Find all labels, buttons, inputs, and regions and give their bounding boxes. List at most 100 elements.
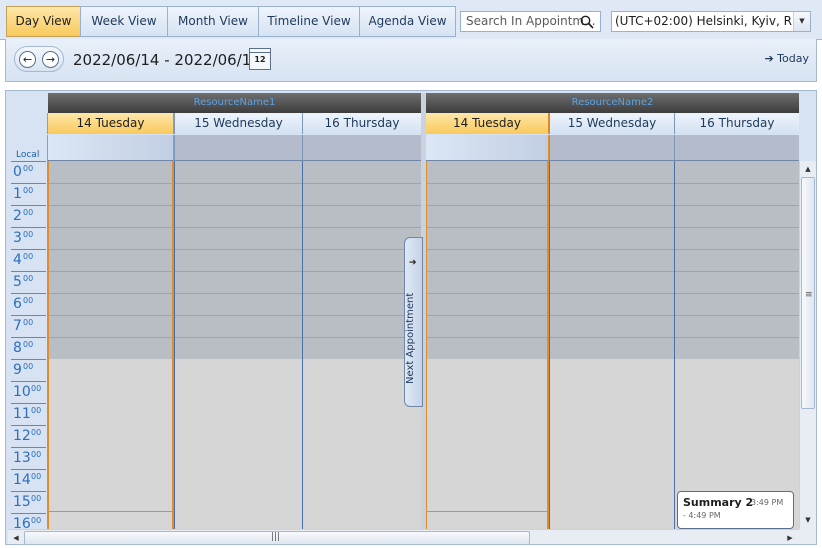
horizontal-scrollbar[interactable]: ◀ ||| ▶: [8, 529, 799, 544]
grip-icon: ≡: [805, 290, 813, 300]
hour-label: 3 00: [11, 227, 46, 249]
minutes-suffix: 00: [23, 362, 34, 371]
minutes-suffix: 00: [31, 406, 42, 415]
hour-number: 3: [13, 230, 22, 246]
hour-gridline: [550, 249, 674, 250]
appointment-subject: Summary 2: [683, 496, 754, 509]
hour-gridline: [427, 271, 547, 272]
hour-gridline: [175, 249, 302, 250]
day-column-r1-tuesday[interactable]: [47, 161, 174, 529]
hour-label: 9 00: [11, 359, 46, 381]
day-header-r1-wednesday[interactable]: 15 Wednesday: [174, 113, 302, 134]
all-day-cell[interactable]: [302, 135, 421, 161]
scroll-down-icon[interactable]: ▼: [800, 512, 816, 528]
hour-number: 7: [13, 318, 22, 334]
next-appointment-button[interactable]: ➔ Next Appointment: [404, 237, 423, 407]
view-tab-bar: Day View Week View Month View Timeline V…: [0, 0, 822, 40]
hour-gridline: [175, 183, 302, 184]
hour-label: 13 00: [11, 447, 46, 469]
hour-gridline: [303, 227, 421, 228]
minutes-suffix: 00: [23, 252, 34, 261]
work-hours-region: [49, 359, 172, 529]
day-column-r2-wednesday[interactable]: [549, 161, 674, 529]
hour-number: 2: [13, 208, 22, 224]
hour-number: 10: [13, 384, 31, 400]
hour-number: 8: [13, 340, 22, 356]
all-day-cell[interactable]: [425, 135, 549, 161]
date-range-label: 2022/06/14 - 2022/06/16: [73, 51, 261, 69]
all-day-cell[interactable]: [47, 135, 174, 161]
vertical-scrollbar[interactable]: ▲ ≡ ▼: [799, 161, 816, 529]
hour-gridline: [303, 183, 421, 184]
day-column-r2-tuesday[interactable]: [425, 161, 549, 529]
scroll-up-icon[interactable]: ▲: [800, 161, 816, 177]
hour-number: 1: [13, 186, 22, 202]
current-time-indicator: [427, 511, 547, 512]
hour-gridline: [675, 249, 799, 250]
search-icon[interactable]: [580, 15, 594, 29]
arrow-left-icon: ←: [22, 53, 33, 66]
hour-gridline: [49, 183, 172, 184]
hour-number: 12: [13, 428, 31, 444]
hour-label: 4 00: [11, 249, 46, 271]
off-hours-region: [427, 161, 547, 359]
minutes-suffix: 00: [23, 164, 34, 173]
timezone-select[interactable]: (UTC+02:00) Helsinki, Kyiv, Riga, ▼: [611, 11, 811, 32]
tab-week-view[interactable]: Week View: [80, 6, 167, 37]
hour-label: 14 00: [11, 469, 46, 491]
tab-timeline-view[interactable]: Timeline View: [258, 6, 359, 37]
work-hours-region: [427, 359, 547, 529]
appointment[interactable]: Summary 2 3:49 PM - 4:49 PM: [677, 491, 794, 529]
minutes-suffix: 00: [31, 516, 42, 525]
scheduler-day-view: ResourceName1 ResourceName2 14 Tuesday 1…: [5, 90, 817, 545]
day-header-r1-tuesday[interactable]: 14 Tuesday: [47, 113, 174, 134]
all-day-cell[interactable]: [674, 135, 799, 161]
day-header-r2-tuesday[interactable]: 14 Tuesday: [425, 113, 549, 134]
hour-gridline: [675, 205, 799, 206]
scroll-right-icon[interactable]: ▶: [782, 530, 798, 544]
hour-gridline: [49, 249, 172, 250]
arrow-right-icon: ➔: [409, 258, 417, 268]
hour-gridline: [550, 183, 674, 184]
chevron-down-icon[interactable]: ▼: [793, 12, 810, 31]
off-hours-region: [49, 161, 172, 359]
hour-label: 7 00: [11, 315, 46, 337]
hour-number: 11: [13, 406, 31, 422]
hour-number: 4: [13, 252, 22, 268]
work-hours-region: [550, 359, 674, 529]
scroll-left-icon[interactable]: ◀: [8, 530, 24, 544]
minutes-suffix: 00: [23, 186, 34, 195]
vertical-scroll-thumb[interactable]: ≡: [801, 177, 815, 409]
hour-gridline: [427, 337, 547, 338]
current-time-indicator: [49, 511, 172, 512]
hour-gridline: [49, 315, 172, 316]
hour-label: 10 00: [11, 381, 46, 403]
hour-number: 6: [13, 296, 22, 312]
search-appointments-input[interactable]: Search In Appointm...: [460, 11, 601, 32]
hour-gridline: [675, 315, 799, 316]
calendar-picker-button[interactable]: 12: [249, 48, 271, 70]
day-header-r2-wednesday[interactable]: 15 Wednesday: [549, 113, 674, 134]
hour-number: 5: [13, 274, 22, 290]
tab-month-view[interactable]: Month View: [167, 6, 258, 37]
calendar-day-number: 12: [254, 55, 266, 64]
tab-agenda-view[interactable]: Agenda View: [359, 6, 456, 37]
day-column-r2-thursday[interactable]: [674, 161, 799, 529]
hour-gridline: [49, 337, 172, 338]
all-day-cell[interactable]: [549, 135, 674, 161]
previous-period-button[interactable]: ←: [19, 51, 36, 68]
today-button[interactable]: ➔ Today: [764, 52, 809, 65]
day-column-r1-wednesday[interactable]: [174, 161, 302, 529]
hour-label: 1 00: [11, 183, 46, 205]
tab-day-view[interactable]: Day View: [6, 6, 80, 37]
hour-gridline: [175, 337, 302, 338]
hour-gridline: [427, 183, 547, 184]
day-header-r1-thursday[interactable]: 16 Thursday: [302, 113, 421, 134]
horizontal-scroll-thumb[interactable]: |||: [24, 531, 530, 544]
day-header-r2-thursday[interactable]: 16 Thursday: [674, 113, 799, 134]
hour-number: 9: [13, 362, 22, 378]
all-day-cell[interactable]: [174, 135, 302, 161]
minutes-suffix: 00: [31, 428, 42, 437]
next-period-button[interactable]: →: [42, 51, 59, 68]
hour-gridline: [175, 293, 302, 294]
